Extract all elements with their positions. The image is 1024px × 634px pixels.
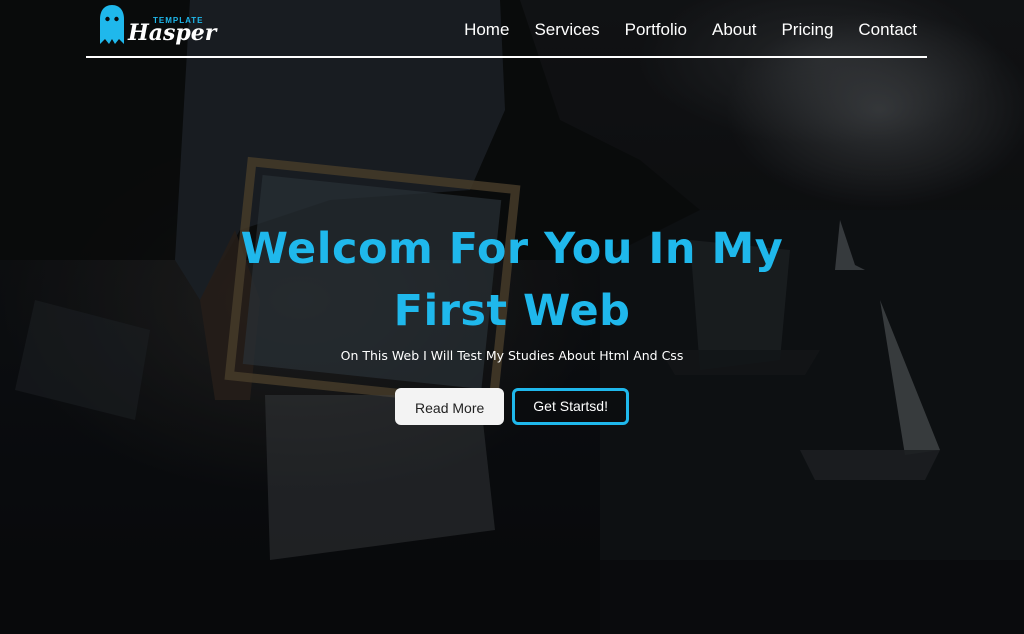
ghost-icon <box>100 5 124 44</box>
hero-title-line1: Welcom For You In My <box>240 224 784 274</box>
nav-about[interactable]: About <box>712 20 756 40</box>
navbar: TEMPLATE Hasper Home Services Portfolio … <box>86 0 927 58</box>
hero-buttons: Read More Get Startsd! <box>0 388 1024 425</box>
logo-name: Hasper <box>128 20 217 46</box>
hero-content: Welcom For You In My First Web On This W… <box>212 218 812 363</box>
nav-menu: Home Services Portfolio About Pricing Co… <box>439 20 917 40</box>
nav-portfolio[interactable]: Portfolio <box>625 20 687 40</box>
read-more-button[interactable]: Read More <box>395 388 505 425</box>
hero-section: TEMPLATE Hasper Home Services Portfolio … <box>0 0 1024 634</box>
nav-pricing[interactable]: Pricing <box>781 20 833 40</box>
get-started-button[interactable]: Get Startsd! <box>512 388 629 425</box>
nav-services[interactable]: Services <box>534 20 599 40</box>
hero-subtitle: On This Web I Will Test My Studies About… <box>340 348 684 363</box>
hero-title: Welcom For You In My First Web <box>212 218 812 342</box>
hero-title-line2: First Web <box>393 286 631 336</box>
logo[interactable]: TEMPLATE Hasper <box>98 4 216 50</box>
nav-contact[interactable]: Contact <box>858 20 917 40</box>
nav-home[interactable]: Home <box>464 20 509 40</box>
